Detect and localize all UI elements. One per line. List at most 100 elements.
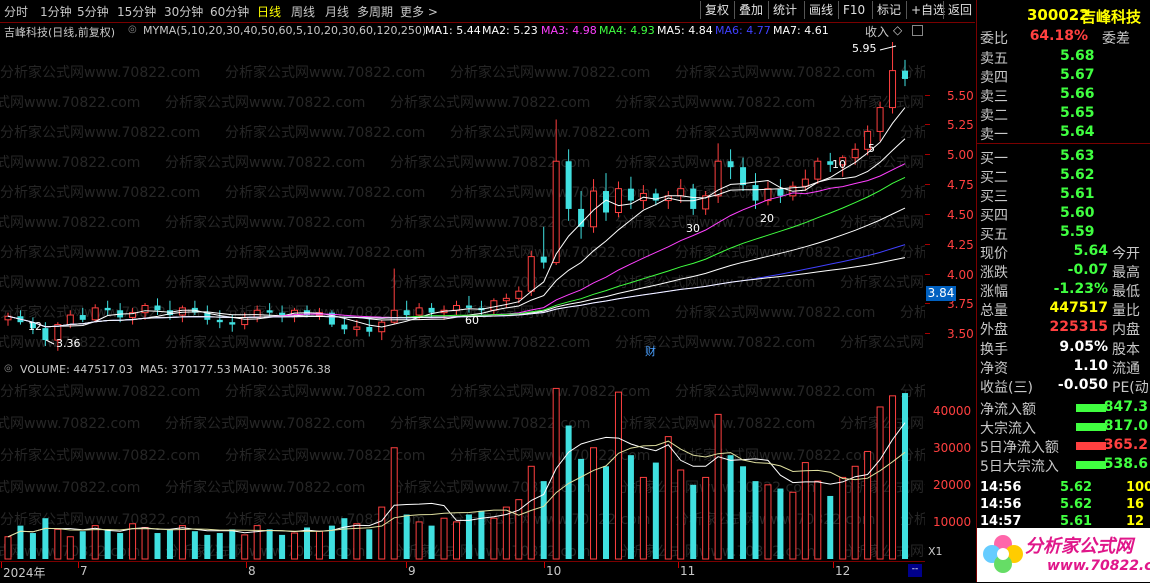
diamond-icon[interactable]: ◇ [893, 23, 902, 37]
volume-bar [291, 532, 299, 560]
kline-pane[interactable]: 分析家公式网www.70822.com 分析家公式网www.70822.com 分析… [0, 22, 1100, 381]
equity-stats: 换手 9.05% 股本 净资 1.10 流通 收益(三) -0.050 PE(动) [977, 339, 1150, 399]
dropdown-icon[interactable]: ◎ [128, 24, 137, 35]
candle-body [91, 307, 99, 321]
volume-bar [752, 481, 759, 559]
tick-price: 5.62 [1060, 480, 1093, 495]
volume-bar [814, 480, 822, 560]
period-tab-7[interactable]: 周线 [291, 3, 315, 20]
buy-row-2: 买二 5.62 [980, 167, 1148, 186]
flow-value: -817.0 [1097, 418, 1148, 434]
flower-icon [983, 532, 1023, 576]
high-marker [879, 45, 897, 51]
chart-title: 吉峰科技(日线,前复权) [4, 26, 116, 39]
maximize-icon[interactable] [912, 25, 923, 36]
ma-legend-item: MA1: 5.44 [425, 24, 481, 37]
weicha-label: 委差 [1102, 31, 1130, 47]
watermark: 分析家公式网www.70822.com [225, 184, 425, 201]
sell-row-2: 卖四 5.67 [980, 67, 1148, 86]
volume-bar [216, 533, 223, 559]
toolbar-button-5[interactable]: 标记 [872, 1, 905, 19]
ma-legend-item: MA2: 5.23 [482, 24, 538, 37]
watermark: 分析家公式网www.70822.com [450, 64, 650, 81]
chart-annotation: 10 [832, 158, 846, 171]
volume-bar [66, 536, 74, 560]
volume-bar [428, 525, 435, 559]
period-tab-5[interactable]: 60分钟 [210, 3, 249, 20]
quote-row: 现价 5.64 今开 [980, 243, 1148, 262]
candle-body [801, 178, 809, 187]
sell-row-4: 卖二 5.65 [980, 105, 1148, 124]
watermark: 分析家公式网www.70822.com [675, 304, 875, 321]
price-tick-label: 4.75 [947, 178, 974, 193]
toolbar-button-4[interactable]: F10 [838, 1, 869, 19]
watermark: 分析家公式网www.70822.com [390, 479, 590, 496]
flow-label: 净流入额 [980, 402, 1036, 418]
period-tab-4[interactable]: 30分钟 [164, 3, 203, 20]
current-price-tag: 3.84 [926, 285, 956, 301]
period-tab-0[interactable]: 分时 [4, 3, 28, 20]
watermark: 分析家公式网www.70822.com [390, 334, 590, 351]
price-tick-label: 3.50 [947, 327, 974, 342]
toolbar-button-0[interactable]: 复权 [700, 1, 733, 19]
watermark: 分析家公式网www.70822.com [450, 304, 650, 321]
ma-legend-item: MA5: 4.84 [657, 24, 713, 37]
quote-stats: 现价 5.64 今开 涨跌 -0.07 最高 涨幅 -1.23% 最低 总量 447517 量比 外盘 2… [977, 241, 1150, 341]
volume-bar [565, 425, 572, 559]
flow-row: 净流入额 -847.3 [980, 399, 1148, 418]
volume-bar [315, 530, 323, 560]
toolbar-button-2[interactable]: 统计 [768, 1, 801, 19]
tick-price: 5.62 [1060, 497, 1093, 512]
watermark: 分析家公式网www.70822.com [225, 244, 425, 261]
tick-list: 14:56 5.62 100 14:56 5.62 16 14:57 5.61 12 [977, 480, 1150, 529]
candle-body [814, 160, 822, 180]
indicator-formula[interactable]: MYMA(5,10,20,30,40,50,60,5,10,20,30,60,1… [143, 24, 426, 37]
period-tab-10[interactable]: 更多 > [400, 3, 438, 20]
volume-bar [54, 528, 62, 560]
volume-chart[interactable]: 分析家公式网www.70822.com 分析家公式网www.70822.com 分析… [0, 361, 1100, 561]
period-tab-9[interactable]: 多周期 [357, 3, 393, 20]
watermark: 分析家公式网www.70822.com [615, 214, 815, 231]
volume-bar [702, 476, 710, 560]
toolbar-button-7[interactable]: 返回 [943, 1, 976, 19]
volume-bar [889, 395, 897, 560]
period-tab-8[interactable]: 月线 [325, 3, 349, 20]
chart-annotation: 12 [28, 320, 42, 333]
period-tab-6[interactable]: 日线 [257, 3, 281, 20]
kline-chart[interactable]: 分析家公式网www.70822.com 分析家公式网www.70822.com 分析… [0, 22, 1100, 381]
price-axis: 5.50 5.25 5.00 4.75 4.50 4.25 4.00 3.75 3.50 3.84 [925, 22, 975, 360]
price-tick-mark [925, 273, 930, 275]
toolbar-button-1[interactable]: 叠加 [734, 1, 767, 19]
period-toolbar: 分时 1分钟 5分钟 15分钟 30分钟 60分钟 日线 周线 月线 多周期 更多 > 复权 叠加 统计画… [0, 0, 975, 23]
candle-body [42, 328, 49, 341]
watermark: 分析家公式网www.70822.com [900, 244, 925, 261]
logo-text: 分析家公式网 [1025, 536, 1133, 557]
watermark: 分析家公式网www.70822.com [0, 383, 200, 400]
stats-row: 换手 9.05% 股本 [980, 339, 1148, 358]
tick-row: 14:56 5.62 16 [980, 497, 1148, 514]
sell-level-label: 卖四 [980, 70, 1008, 86]
watermark: 分析家公式网www.70822.com [0, 511, 200, 528]
webi-value: 64.18% [1029, 28, 1088, 44]
toolbar-button-3[interactable]: 画线 [804, 1, 837, 19]
stats-label: 净资 [980, 361, 1008, 377]
volume-tick-label: 20000 [933, 477, 972, 492]
watermark: 分析家公式网www.70822.com [0, 154, 140, 171]
quote-label2: 今开 [1112, 246, 1140, 262]
period-tab-3[interactable]: 15分钟 [117, 3, 156, 20]
scroll-button[interactable]: -- [908, 564, 922, 577]
candle-body [876, 107, 884, 132]
candle-body [490, 300, 498, 311]
volume-bar [191, 531, 198, 559]
buy-level-label: 买二 [980, 170, 1008, 186]
quote-label2: 最高 [1112, 265, 1140, 281]
volume-pane[interactable]: 分析家公式网www.70822.com 分析家公式网www.70822.com 分析… [0, 361, 1100, 561]
flow-row: 5日大宗流入 -538.6 [980, 456, 1148, 475]
period-tab-1[interactable]: 1分钟 [40, 3, 72, 20]
buy-row-4: 买四 5.60 [980, 205, 1148, 224]
volume-tick-label: 40000 [933, 403, 972, 418]
dropdown-icon[interactable]: ◎ [4, 363, 13, 374]
collapse-button[interactable]: 收入 [865, 23, 889, 40]
period-tab-2[interactable]: 5分钟 [77, 3, 109, 20]
volume-bar [453, 521, 460, 560]
